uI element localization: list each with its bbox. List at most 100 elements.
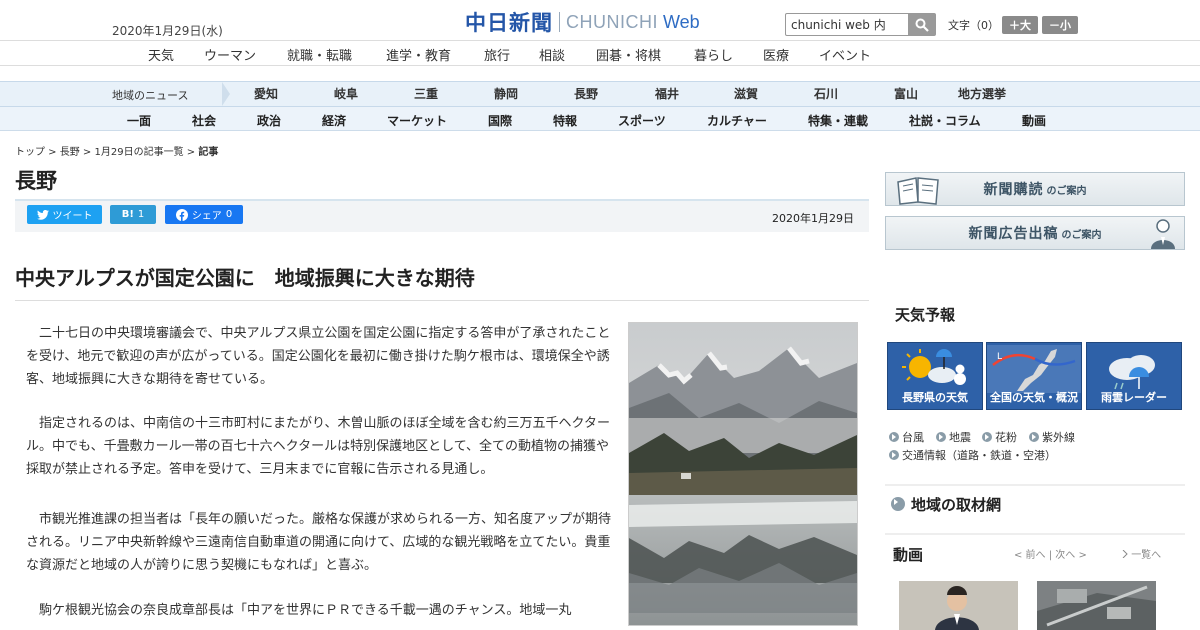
section-economy[interactable]: 経済 xyxy=(322,112,346,129)
top-nav-travel[interactable]: 旅行 xyxy=(484,45,510,64)
breadcrumb: トップ > 長野 > 1月29日の記事一覧 > 記事 xyxy=(15,147,219,158)
video-thumbnail-2[interactable] xyxy=(1037,581,1156,630)
section-editorials[interactable]: 社説・コラム xyxy=(909,112,981,129)
twitter-bird-icon xyxy=(36,209,49,220)
logo-en: CHUNICHI xyxy=(566,11,658,32)
link-typhoon[interactable]: 台風 xyxy=(889,429,924,445)
region-ishikawa[interactable]: 石川 xyxy=(814,85,838,102)
top-nav-consult[interactable]: 相談 xyxy=(539,45,565,64)
link-traffic-label: 交通情報（道路・鉄道・空港） xyxy=(902,449,1056,462)
breadcrumb-article-list[interactable]: 1月29日の記事一覧 xyxy=(95,147,184,158)
weather-nagano-label: 長野県の天気 xyxy=(902,391,968,404)
top-nav-igo-shogi[interactable]: 囲碁・将棋 xyxy=(596,45,661,64)
search-input[interactable] xyxy=(786,14,908,35)
link-earthquake[interactable]: 地震 xyxy=(936,429,971,445)
link-traffic[interactable]: 交通情報（道路・鉄道・空港） xyxy=(889,447,1056,463)
arrow-bullet-icon xyxy=(889,450,899,460)
link-pollen[interactable]: 花粉 xyxy=(982,429,1017,445)
section-features[interactable]: 特集・連載 xyxy=(808,112,868,129)
arrow-bullet-icon xyxy=(982,432,992,442)
video-thumbnail-1[interactable] xyxy=(899,581,1018,630)
search-icon xyxy=(915,18,929,32)
subscribe-banner[interactable]: 新聞購読 のご案内 xyxy=(885,172,1185,206)
top-nav-woman[interactable]: ウーマン xyxy=(204,45,256,64)
top-nav-jobs[interactable]: 就職・転職 xyxy=(287,45,352,64)
section-sports[interactable]: スポーツ xyxy=(618,112,666,129)
logo-jp: 中日新聞 xyxy=(465,10,553,35)
headline-divider xyxy=(15,300,869,301)
facebook-share-button[interactable]: シェア 0 xyxy=(165,205,243,224)
advertise-banner[interactable]: 新聞広告出稿 のご案内 xyxy=(885,216,1185,250)
chevron-right-icon xyxy=(1122,549,1128,559)
person-icon xyxy=(1151,219,1175,249)
region-local-elections[interactable]: 地方選挙 xyxy=(958,85,1006,102)
region-mie[interactable]: 三重 xyxy=(414,85,438,102)
weather-national-label: 全国の天気・概況 xyxy=(990,391,1078,404)
section-market[interactable]: マーケット xyxy=(387,112,447,129)
region-nagano[interactable]: 長野 xyxy=(574,85,598,102)
article-photo[interactable] xyxy=(628,322,858,626)
video-prev-link[interactable]: < 前へ xyxy=(1014,550,1046,561)
video-prev-next: < 前へ | 次へ > xyxy=(1014,550,1087,561)
advertise-banner-label: 新聞広告出稿 xyxy=(968,226,1059,242)
hatena-bookmark-button[interactable]: B! 1 xyxy=(110,205,156,224)
article-paragraph-1: 二十七日の中央環境審議会で、中央アルプス県立公園を国定公園に指定する答申が了承さ… xyxy=(26,326,611,387)
region-nav-arrow xyxy=(222,82,230,106)
region-toyama[interactable]: 富山 xyxy=(894,85,918,102)
video-next-link[interactable]: 次へ > xyxy=(1055,550,1087,561)
link-earthquake-label: 地震 xyxy=(949,431,971,444)
breadcrumb-current: 記事 xyxy=(198,147,219,158)
font-larger-button[interactable]: ＋大 xyxy=(1002,16,1038,34)
weather-radar-label: 雨雲レーダー xyxy=(1101,391,1167,404)
link-uv[interactable]: 紫外線 xyxy=(1029,429,1075,445)
top-nav-living[interactable]: 暮らし xyxy=(694,45,733,64)
region-network-label: 地域の取材網 xyxy=(911,495,1002,514)
region-fukui[interactable]: 福井 xyxy=(655,85,679,102)
facebook-icon xyxy=(175,208,188,221)
weather-national-box[interactable]: L 全国の天気・概況 xyxy=(986,342,1082,410)
newspaper-icon xyxy=(897,177,939,205)
section-front-page[interactable]: 一面 xyxy=(127,112,151,129)
tweet-button[interactable]: ツイート xyxy=(27,205,102,224)
video-heading: 動画 xyxy=(893,546,924,564)
top-nav-education[interactable]: 進学・教育 xyxy=(386,45,451,64)
arrow-bullet-icon xyxy=(891,497,905,511)
logo-separator xyxy=(559,12,560,32)
link-typhoon-label: 台風 xyxy=(902,431,924,444)
mountain-lake-photo xyxy=(629,323,857,625)
video-list-link[interactable]: 一覧へ xyxy=(1122,546,1161,561)
search-button[interactable] xyxy=(908,14,935,35)
article-paragraph-2: 指定されるのは、中南信の十三市町村にまたがり、木曽山脈のほぼ全域を含む約三万五千… xyxy=(26,416,610,477)
link-pollen-label: 花粉 xyxy=(995,431,1017,444)
breadcrumb-top[interactable]: トップ xyxy=(15,147,45,158)
arrow-bullet-icon xyxy=(1029,432,1039,442)
top-nav-events[interactable]: イベント xyxy=(819,45,871,64)
top-nav-weather[interactable]: 天気 xyxy=(148,45,174,64)
site-logo[interactable]: 中日新聞 CHUNICHI Web xyxy=(465,10,700,35)
section-international[interactable]: 国際 xyxy=(488,112,512,129)
region-shizuoka[interactable]: 静岡 xyxy=(494,85,518,102)
section-politics[interactable]: 政治 xyxy=(257,112,281,129)
font-smaller-button[interactable]: －小 xyxy=(1042,16,1078,34)
weather-radar-box[interactable]: 雨雲レーダー xyxy=(1086,342,1182,410)
breadcrumb-nagano[interactable]: 長野 xyxy=(60,147,80,158)
sun-cloud-snowman-icon xyxy=(902,349,966,385)
section-culture[interactable]: カルチャー xyxy=(707,112,767,129)
section-videos[interactable]: 動画 xyxy=(1022,112,1046,129)
region-aichi[interactable]: 愛知 xyxy=(254,85,278,102)
section-special-report[interactable]: 特報 xyxy=(553,112,577,129)
subscribe-banner-label: 新聞購読 xyxy=(983,182,1044,198)
font-size-label: 文字（0） xyxy=(948,19,999,32)
rain-cloud-umbrella-icon xyxy=(1109,355,1155,390)
weather-nagano-box[interactable]: 長野県の天気 xyxy=(887,342,983,410)
video-divider xyxy=(885,533,1185,535)
region-gifu[interactable]: 岐阜 xyxy=(334,85,358,102)
logo-web: Web xyxy=(663,11,700,32)
weather-map-icon: L xyxy=(987,345,1081,393)
site-search xyxy=(785,13,936,36)
top-nav-medical[interactable]: 医療 xyxy=(763,45,789,64)
section-society[interactable]: 社会 xyxy=(192,112,216,129)
article-headline: 中央アルプスが国定公園に 地域振興に大きな期待 xyxy=(15,266,475,290)
region-shiga[interactable]: 滋賀 xyxy=(734,85,758,102)
region-network-heading[interactable]: 地域の取材網 xyxy=(885,484,1185,516)
